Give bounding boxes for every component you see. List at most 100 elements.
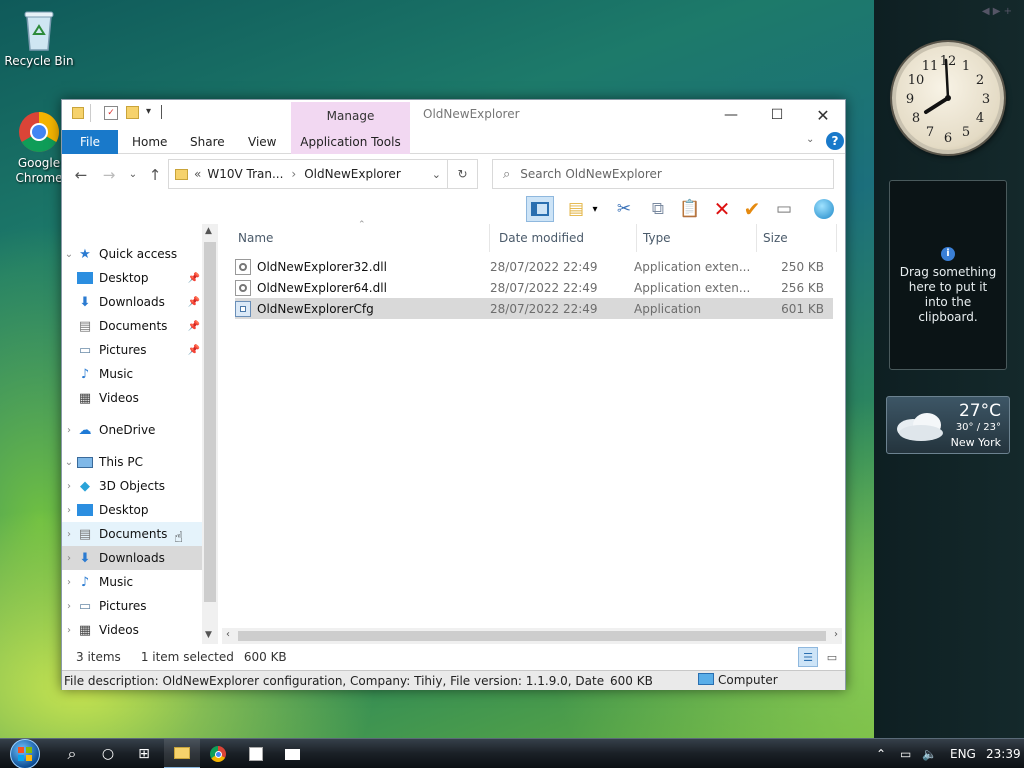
chevron-down-icon[interactable]: ⌄ <box>62 249 76 260</box>
nav-pc-downloads[interactable]: › ⬇ Downloads <box>62 546 202 570</box>
desktop-icon-recycle-bin[interactable]: Recycle Bin <box>4 8 74 68</box>
preview-pane-icon[interactable] <box>526 196 554 222</box>
check-icon[interactable]: ✔ <box>738 196 766 222</box>
column-size[interactable]: Size <box>757 224 837 252</box>
rename-icon[interactable]: ▭ <box>770 196 798 222</box>
mail-icon[interactable] <box>274 739 310 768</box>
scroll-down-icon[interactable]: ▼ <box>205 630 212 640</box>
column-type[interactable]: Type <box>637 224 757 252</box>
explorer-window[interactable]: ✓ ▾ Manage OldNewExplorer — ☐ ✕ File Hom… <box>61 99 846 690</box>
address-box[interactable]: « W10V Tran... › OldNewExplorer ⌄ <box>168 159 448 189</box>
chevron-right-icon[interactable]: › <box>62 553 76 564</box>
nav-quick-videos[interactable]: ▦ Videos <box>62 386 202 410</box>
nav-scroll-thumb[interactable] <box>204 242 216 602</box>
chevron-down-icon[interactable]: ⌄ <box>62 457 76 468</box>
nav-pc-desktop[interactable]: › Desktop <box>62 498 202 522</box>
file-row[interactable]: OldNewExplorer32.dll 28/07/2022 22:49 Ap… <box>235 256 833 277</box>
details-view-icon[interactable]: ☰ <box>798 647 818 667</box>
help-icon[interactable]: ? <box>826 132 844 150</box>
new-folder-icon[interactable] <box>126 106 139 119</box>
nav-pc-3d-objects[interactable]: › ◆ 3D Objects <box>62 474 202 498</box>
up-button[interactable]: ↑ <box>144 164 166 186</box>
nav-quick-documents[interactable]: ▤ Documents 📌 <box>62 314 202 338</box>
scroll-left-icon[interactable]: ‹ <box>226 629 230 640</box>
nav-scrollbar[interactable]: ▲ ▼ <box>202 224 218 644</box>
nav-onedrive[interactable]: › ☁ OneDrive <box>62 418 202 442</box>
chevron-right-icon[interactable]: › <box>62 529 76 540</box>
clipboard-gadget[interactable]: i Drag something here to put it into the… <box>889 180 1007 370</box>
chevron-right-icon[interactable]: › <box>62 601 76 612</box>
back-button[interactable]: ← <box>70 164 92 186</box>
title-bar[interactable]: ✓ ▾ Manage OldNewExplorer — ☐ ✕ <box>62 100 845 130</box>
tab-application-tools[interactable]: Application Tools <box>291 130 410 154</box>
pin-icon[interactable]: 📌 <box>188 345 200 356</box>
store-icon[interactable] <box>238 739 274 768</box>
file-row[interactable]: OldNewExplorer64.dll 28/07/2022 22:49 Ap… <box>235 277 833 298</box>
search-icon[interactable]: ⌕ <box>54 739 90 768</box>
horizontal-scrollbar[interactable]: ‹ › <box>222 628 842 644</box>
clock-gadget[interactable]: 12 1 2 3 4 5 6 7 8 9 10 11 <box>892 42 1004 154</box>
chevron-right-icon[interactable]: › <box>62 425 76 436</box>
recent-locations-icon[interactable]: ⌄ <box>122 164 144 186</box>
quick-access-toolbar-dropdown-icon[interactable]: ▾ <box>146 106 151 117</box>
properties-globe-icon[interactable] <box>810 196 838 222</box>
maximize-button[interactable]: ☐ <box>754 100 800 130</box>
tab-view[interactable]: View <box>238 130 286 154</box>
delete-icon[interactable]: ✕ <box>708 196 736 222</box>
chevron-right-icon[interactable]: › <box>62 577 76 588</box>
close-button[interactable]: ✕ <box>800 100 846 130</box>
paste-icon[interactable]: 📋 <box>676 196 704 222</box>
file-row-selected[interactable]: OldNewExplorerCfg 28/07/2022 22:49 Appli… <box>235 298 833 319</box>
large-icons-view-icon[interactable]: ▭ <box>822 647 842 667</box>
weather-gadget[interactable]: 27°C 30° / 23° New York <box>886 396 1010 454</box>
nav-this-pc[interactable]: ⌄ This PC <box>62 450 202 474</box>
refresh-button[interactable]: ↻ <box>448 159 478 189</box>
horizontal-scroll-thumb[interactable] <box>238 631 826 641</box>
nav-quick-pictures[interactable]: ▭ Pictures 📌 <box>62 338 202 362</box>
tab-file[interactable]: File <box>62 130 118 154</box>
pin-icon[interactable]: 📌 <box>188 273 200 284</box>
clock-time[interactable]: 23:39 <box>986 747 1021 761</box>
scroll-up-icon[interactable]: ▲ <box>205 226 212 236</box>
nav-pc-music[interactable]: › ♪ Music <box>62 570 202 594</box>
minimize-button[interactable]: — <box>708 100 754 130</box>
cut-icon[interactable]: ✂ <box>610 196 638 222</box>
language-indicator[interactable]: ENG <box>950 747 976 761</box>
breadcrumb-overflow[interactable]: « <box>194 167 201 181</box>
tab-home[interactable]: Home <box>122 130 177 154</box>
nav-quick-access[interactable]: ⌄ ★ Quick access <box>62 242 202 266</box>
nav-quick-desktop[interactable]: Desktop 📌 <box>62 266 202 290</box>
nav-pc-documents[interactable]: › ▤ Documents ☝ <box>62 522 202 546</box>
nav-quick-downloads[interactable]: ⬇ Downloads 📌 <box>62 290 202 314</box>
start-button[interactable] <box>4 739 46 768</box>
breadcrumb-segment[interactable]: W10V Tran... <box>207 167 283 181</box>
breadcrumb-separator-icon[interactable]: › <box>291 167 296 181</box>
file-explorer-taskbar-icon[interactable] <box>164 739 200 768</box>
breadcrumb-segment[interactable]: OldNewExplorer <box>304 167 401 181</box>
tab-share[interactable]: Share <box>180 130 235 154</box>
chevron-right-icon[interactable]: › <box>62 505 76 516</box>
address-dropdown-icon[interactable]: ⌄ <box>432 168 441 181</box>
column-name[interactable]: Name <box>232 224 490 252</box>
views-icon[interactable]: ▤ <box>562 196 590 222</box>
show-hidden-icons-icon[interactable]: ⌃ <box>876 747 886 761</box>
copy-icon[interactable]: ⧉ <box>644 196 672 222</box>
views-dropdown-icon[interactable]: ▾ <box>588 196 602 222</box>
properties-icon[interactable]: ✓ <box>104 106 118 120</box>
nav-quick-music[interactable]: ♪ Music <box>62 362 202 386</box>
pin-icon[interactable]: 📌 <box>188 321 200 332</box>
nav-pc-pictures[interactable]: › ▭ Pictures <box>62 594 202 618</box>
chrome-taskbar-icon[interactable] <box>200 739 236 768</box>
cortana-icon[interactable]: ○ <box>90 739 126 768</box>
pin-icon[interactable]: 📌 <box>188 297 200 308</box>
network-icon[interactable]: ▭ <box>900 747 911 761</box>
search-box[interactable]: ⌕ Search OldNewExplorer <box>492 159 834 189</box>
sidebar-nav-arrows[interactable]: ◀ ▶ + <box>982 6 1012 17</box>
chevron-right-icon[interactable]: › <box>62 625 76 636</box>
task-view-icon[interactable]: ⊞ <box>126 739 162 768</box>
chevron-right-icon[interactable]: › <box>62 481 76 492</box>
volume-muted-icon[interactable]: 🔈 <box>922 747 937 761</box>
forward-button[interactable]: → <box>98 164 120 186</box>
scroll-right-icon[interactable]: › <box>834 629 838 640</box>
column-date-modified[interactable]: Date modified <box>493 224 637 252</box>
